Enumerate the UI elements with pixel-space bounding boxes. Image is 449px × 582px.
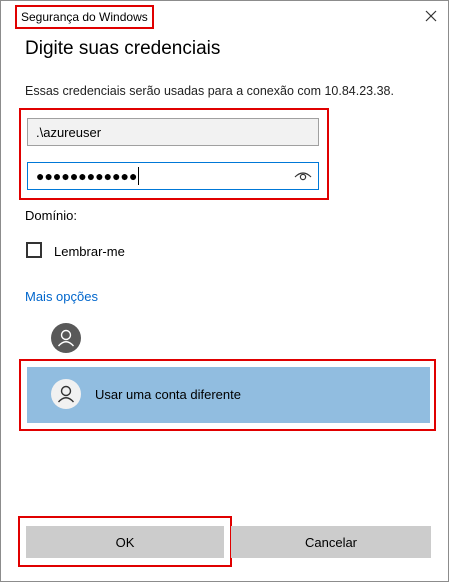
ok-button-group: OK (18, 516, 232, 567)
cancel-button[interactable]: Cancelar (231, 526, 431, 558)
alt-account-group: Usar uma conta diferente (19, 359, 436, 431)
connection-info: Essas credenciais serão usadas para a co… (25, 84, 394, 98)
remember-me-checkbox[interactable] (26, 242, 42, 258)
dialog-heading: Digite suas credenciais (25, 38, 221, 59)
avatar[interactable] (51, 323, 81, 353)
password-mask: ●●●●●●●●●●●● (36, 168, 138, 184)
reveal-password-button[interactable] (294, 169, 312, 183)
remember-me-label[interactable]: Lembrar-me (54, 244, 125, 259)
avatar (51, 379, 81, 409)
alt-account-label: Usar uma conta diferente (95, 387, 241, 402)
window-title: Segurança do Windows (15, 5, 154, 29)
more-options-link[interactable]: Mais opções (25, 289, 98, 304)
ok-button[interactable]: OK (26, 526, 224, 558)
close-icon (425, 10, 437, 22)
user-icon (57, 329, 75, 347)
username-value: .\azureuser (36, 124, 102, 140)
credentials-dialog: Segurança do Windows Digite suas credenc… (0, 0, 449, 582)
password-field[interactable]: ●●●●●●●●●●●● (27, 162, 319, 190)
use-different-account-option[interactable]: Usar uma conta diferente (27, 367, 430, 423)
close-button[interactable] (420, 5, 442, 27)
text-caret (138, 167, 140, 185)
credentials-group: .\azureuser ●●●●●●●●●●●● (19, 108, 329, 200)
eye-icon (294, 172, 312, 181)
user-icon (57, 385, 75, 403)
domain-label: Domínio: (25, 208, 78, 223)
username-field[interactable]: .\azureuser (27, 118, 319, 146)
